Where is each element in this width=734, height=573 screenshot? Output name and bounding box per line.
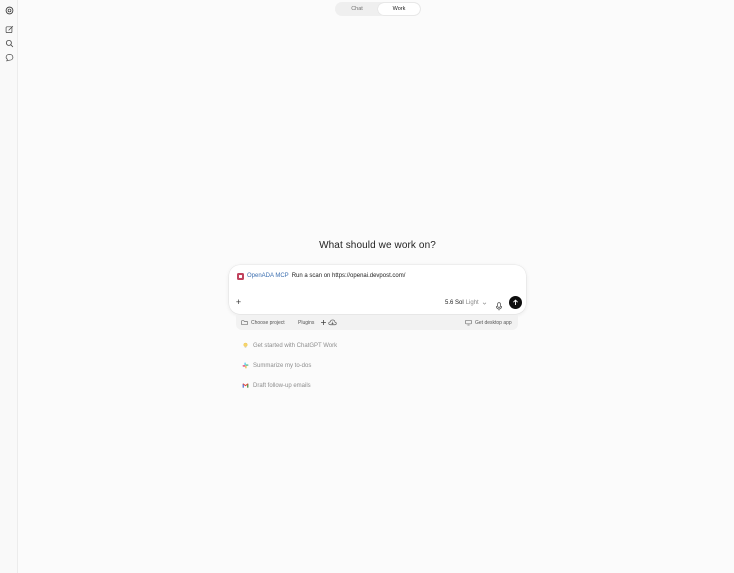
- get-desktop-app-label: Get desktop app: [475, 319, 512, 326]
- choose-project-button[interactable]: Choose project: [241, 315, 285, 330]
- desktop-icon: [465, 319, 472, 326]
- tab-chat[interactable]: Chat: [336, 3, 378, 15]
- model-level: Light: [465, 300, 479, 306]
- plugin-icon: [237, 272, 244, 280]
- cloud-icon: [328, 319, 337, 326]
- sidebar: [0, 0, 18, 573]
- chat-bubble-icon[interactable]: [3, 51, 15, 63]
- choose-project-label: Choose project: [251, 319, 285, 326]
- mode-toggle: Chat Work: [335, 2, 421, 16]
- get-desktop-app-button[interactable]: Get desktop app: [465, 315, 512, 330]
- folder-icon: [241, 320, 248, 325]
- plugins-button[interactable]: Plugins: [298, 315, 314, 330]
- add-attachment-button[interactable]: +: [234, 298, 243, 307]
- suggestion-label: Get started with ChatGPT Work: [253, 342, 338, 349]
- suggestion-label: Summarize my to-dos: [253, 362, 312, 369]
- composer-footer: Choose project Plugins Get desktop app: [236, 315, 518, 330]
- composer[interactable]: OpenADA MCP Run a scan on https://openai…: [229, 265, 526, 314]
- plus-icon: [321, 320, 326, 325]
- slack-icon: [241, 362, 249, 370]
- page-title: What should we work on?: [319, 240, 436, 251]
- plugins-label: Plugins: [298, 319, 315, 326]
- suggestion-label: Draft follow-up emails: [253, 382, 311, 389]
- plugin-cloud-button[interactable]: [328, 315, 340, 330]
- suggestion-item[interactable]: Draft follow-up emails: [241, 381, 311, 390]
- tab-work[interactable]: Work: [378, 3, 420, 15]
- search-icon[interactable]: [3, 37, 15, 49]
- openai-logo-icon[interactable]: [3, 4, 15, 16]
- microphone-icon[interactable]: [495, 298, 503, 311]
- plugin-mention[interactable]: OpenADA MCP: [247, 273, 289, 279]
- lightbulb-icon: [241, 342, 249, 350]
- model-selector[interactable]: 5.6 Sol Light: [445, 299, 487, 307]
- arrow-up-icon: [513, 299, 518, 305]
- send-button[interactable]: [509, 296, 522, 309]
- suggestion-item[interactable]: Summarize my to-dos: [241, 361, 311, 370]
- gmail-icon: [241, 382, 249, 390]
- new-chat-icon[interactable]: [3, 23, 15, 35]
- model-name: 5.6 Sol: [445, 300, 464, 306]
- prompt-text[interactable]: Run a scan on https://openai.devpost.com…: [292, 273, 406, 279]
- suggestion-item[interactable]: Get started with ChatGPT Work: [241, 341, 337, 350]
- prompt-line[interactable]: OpenADA MCP Run a scan on https://openai…: [237, 272, 405, 280]
- chevron-down-icon: [482, 302, 486, 305]
